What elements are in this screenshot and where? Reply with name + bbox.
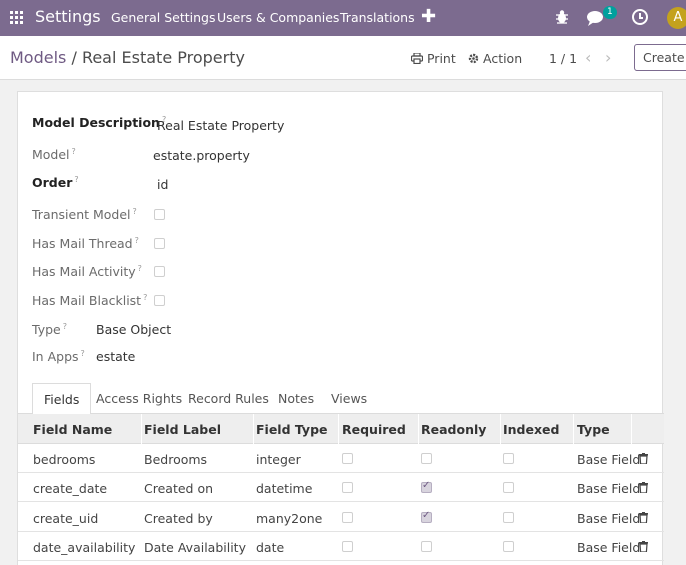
menu-translations[interactable]: Translations [340, 10, 415, 25]
cell-type: Base Field [577, 511, 641, 526]
form-sheet: Model Description? Real Estate Property … [17, 91, 664, 565]
readonly-checkbox [421, 453, 432, 464]
table-row[interactable]: create_uid Created by many2one Base Fiel… [18, 503, 664, 532]
col-required[interactable]: Required [342, 422, 406, 437]
activity-clock-icon[interactable] [632, 9, 648, 25]
col-field-name[interactable]: Field Name [33, 422, 112, 437]
model-description-field[interactable]: Real Estate Property [157, 118, 284, 133]
trash-icon[interactable] [639, 482, 648, 493]
has-mail-blacklist-checkbox[interactable] [154, 295, 165, 306]
fields-table-header: Field Name Field Label Field Type Requir… [18, 414, 664, 444]
in-apps-label: In Apps? [32, 349, 85, 365]
pager-value[interactable]: 1 / 1 [549, 51, 577, 66]
transient-model-label: Transient Model? [32, 207, 137, 223]
cell-field-type: many2one [256, 511, 323, 526]
type-label: Type? [32, 322, 67, 338]
print-button[interactable]: Print [410, 51, 456, 66]
indexed-checkbox [503, 541, 514, 552]
col-field-label[interactable]: Field Label [144, 422, 221, 437]
has-mail-activity-checkbox[interactable] [154, 266, 165, 277]
cell-field-label: Created by [144, 511, 213, 526]
cell-field-name: create_date [33, 481, 108, 496]
messages-count-badge: 1 [603, 6, 617, 19]
order-field[interactable]: id [157, 177, 168, 192]
gear-icon [468, 53, 479, 64]
indexed-checkbox [503, 453, 514, 464]
trash-icon[interactable] [639, 512, 648, 523]
action-label: Action [482, 51, 523, 66]
order-label: Order? [32, 175, 79, 191]
print-label: Print [426, 51, 456, 66]
menu-users-companies[interactable]: Users & Companies [217, 10, 339, 25]
cell-type: Base Field [577, 540, 641, 555]
cell-field-label: Created on [144, 481, 214, 496]
has-mail-thread-checkbox[interactable] [154, 238, 165, 249]
apps-menu-icon[interactable] [10, 11, 24, 25]
action-button[interactable]: Action [468, 51, 522, 66]
trash-icon[interactable] [639, 453, 648, 464]
indexed-checkbox [503, 482, 514, 493]
pager-next-icon[interactable]: › [605, 48, 611, 67]
has-mail-thread-label: Has Mail Thread? [32, 236, 139, 252]
cell-field-name: date_availability [33, 540, 136, 555]
model-description-label: Model Description? [32, 115, 167, 131]
add-menu-icon[interactable]: ✚ [421, 6, 436, 27]
required-checkbox [342, 541, 353, 552]
cell-field-type: datetime [256, 481, 313, 496]
cell-field-type: date [256, 540, 285, 555]
col-type[interactable]: Type [577, 422, 610, 437]
indexed-checkbox [503, 512, 514, 523]
breadcrumb-current: Real Estate Property [81, 48, 245, 67]
create-button[interactable]: Create [634, 44, 686, 71]
table-row[interactable]: date_availability Date Availability date… [18, 532, 664, 561]
breadcrumb: Models / Real Estate Property [10, 48, 245, 67]
has-mail-blacklist-label: Has Mail Blacklist? [32, 293, 148, 309]
table-row[interactable]: bedrooms Bedrooms integer Base Field [18, 444, 664, 473]
cell-type: Base Field [577, 481, 641, 496]
cell-type: Base Field [577, 452, 641, 467]
cell-field-label: Bedrooms [144, 452, 208, 467]
print-icon [410, 52, 424, 65]
tab-access-rights[interactable]: Access Rights [96, 391, 182, 406]
in-apps-field: estate [96, 349, 136, 364]
tab-fields[interactable]: Fields [32, 383, 92, 415]
app-title[interactable]: Settings [35, 7, 101, 26]
top-navbar: Settings General Settings Users & Compan… [0, 0, 686, 36]
pager-previous-icon[interactable]: ‹ [585, 48, 591, 67]
cell-field-name: bedrooms [33, 452, 96, 467]
required-checkbox [342, 482, 353, 493]
menu-general-settings[interactable]: General Settings [111, 10, 216, 25]
tab-record-rules[interactable]: Record Rules [188, 391, 269, 406]
readonly-checkbox [421, 541, 432, 552]
cell-field-type: integer [256, 452, 301, 467]
cell-field-name: create_uid [33, 511, 99, 526]
required-checkbox [342, 453, 353, 464]
debug-bug-icon[interactable] [553, 8, 571, 26]
has-mail-activity-label: Has Mail Activity? [32, 264, 142, 280]
col-readonly[interactable]: Readonly [421, 422, 486, 437]
tab-notes[interactable]: Notes [278, 391, 314, 406]
col-field-type[interactable]: Field Type [256, 422, 328, 437]
trash-icon[interactable] [639, 541, 648, 552]
user-avatar[interactable]: A [667, 7, 686, 29]
model-field: estate.property [153, 148, 250, 163]
control-panel: Models / Real Estate Property Print Acti… [0, 36, 686, 80]
type-field: Base Object [96, 322, 172, 337]
breadcrumb-separator: / [66, 48, 82, 67]
transient-model-checkbox[interactable] [154, 209, 165, 220]
readonly-checkbox [421, 480, 432, 493]
breadcrumb-models-link[interactable]: Models [10, 48, 66, 67]
required-checkbox [342, 512, 353, 523]
model-label: Model? [32, 147, 76, 163]
col-indexed[interactable]: Indexed [503, 422, 559, 437]
cell-field-label: Date Availability [144, 540, 246, 555]
table-row[interactable]: create_date Created on datetime Base Fie… [18, 473, 664, 502]
notebook-tabs: Fields Access Rights Record Rules Notes … [18, 383, 664, 415]
readonly-checkbox [421, 510, 432, 523]
tab-views[interactable]: Views [331, 391, 367, 406]
